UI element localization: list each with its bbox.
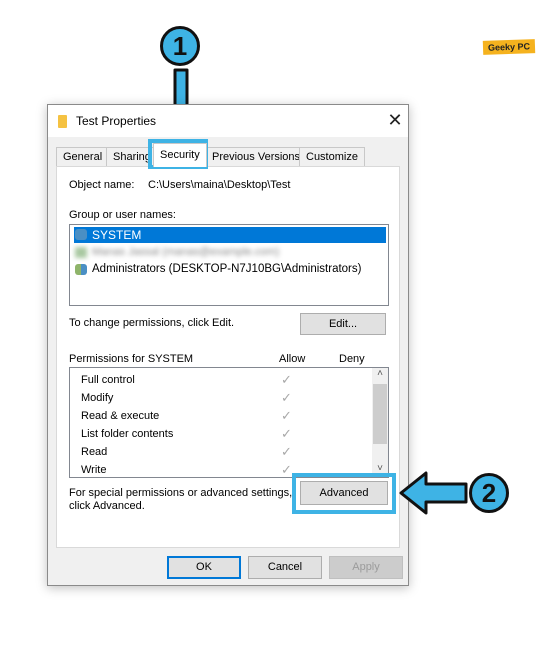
callout-step-2: 2 [469,473,509,513]
scrollbar-thumb[interactable] [373,384,387,444]
arrow-left-icon [399,471,468,515]
users-icon [75,229,87,240]
allow-check-icon: ✓ [281,372,292,387]
close-icon[interactable]: ✕ [384,109,406,131]
allow-check-icon: ✓ [281,390,292,405]
object-name-label: Object name: [69,179,135,191]
allow-check-icon: ✓ [281,426,292,441]
permission-name: Read [81,446,108,458]
tab-security[interactable]: Security [153,143,207,167]
allow-check-icon: ✓ [281,462,292,477]
permission-row: Read & execute ✓ [70,408,370,426]
title-bar: Test Properties ✕ [48,105,408,137]
permissions-label: Permissions for SYSTEM [69,353,194,365]
change-permissions-hint: To change permissions, click Edit. [69,317,235,329]
user-icon [75,247,87,258]
window-title: Test Properties [76,114,157,128]
group-item-administrators[interactable]: Administrators (DESKTOP-N7J10BG\Administ… [74,262,386,278]
folder-icon [58,115,67,128]
geeky-pc-logo: Geeky PC [482,39,536,55]
ok-button[interactable]: OK [167,556,241,579]
advanced-button[interactable]: Advanced [300,481,388,505]
permission-name: Modify [81,392,114,404]
tab-previous-versions[interactable]: Previous Versions [205,147,308,166]
apply-button[interactable]: Apply [329,556,403,579]
group-item-system[interactable]: SYSTEM [74,227,386,243]
callout-step-1: 1 [160,26,200,66]
permission-row: Modify ✓ [70,390,370,408]
scroll-up-icon[interactable]: ˄ [372,368,388,382]
permission-name: Read & execute [81,410,160,422]
permission-name: Full control [81,374,135,386]
deny-header: Deny [339,353,365,365]
edit-button[interactable]: Edit... [300,313,386,335]
group-list: SYSTEM Manas Jassal (manas@example.com) … [69,224,389,306]
tab-customize[interactable]: Customize [299,147,365,166]
permission-row: List folder contents ✓ [70,426,370,444]
allow-header: Allow [279,353,306,365]
tab-general[interactable]: General [56,147,110,166]
permission-row: Read ✓ [70,444,370,462]
permission-name: List folder contents [81,428,174,440]
permissions-scrollbar[interactable]: ˄ ˅ [372,368,388,477]
allow-check-icon: ✓ [281,408,292,423]
group-item-user[interactable]: Manas Jassal (manas@example.com) [74,245,334,261]
group-label: Group or user names: [69,209,176,221]
permission-name: Write [81,464,107,476]
group-item-label: SYSTEM [92,228,142,242]
properties-dialog: Test Properties ✕ General Sharing Securi… [47,104,409,586]
cancel-button[interactable]: Cancel [248,556,322,579]
group-item-label: Manas Jassal (manas@example.com) [92,246,280,258]
group-item-label: Administrators (DESKTOP-N7J10BG\Administ… [92,263,362,275]
admin-users-icon [75,264,87,275]
advanced-hint-line1: For special permissions or advanced sett… [69,487,293,499]
permissions-list: Full control ✓ Modify ✓ Read & execute ✓ List … [69,367,389,478]
allow-check-icon: ✓ [281,444,292,459]
advanced-hint-line2: click Advanced. [69,500,145,512]
object-name-value: C:\Users\maina\Desktop\Test [148,179,291,191]
permission-row: Full control ✓ [70,372,370,390]
